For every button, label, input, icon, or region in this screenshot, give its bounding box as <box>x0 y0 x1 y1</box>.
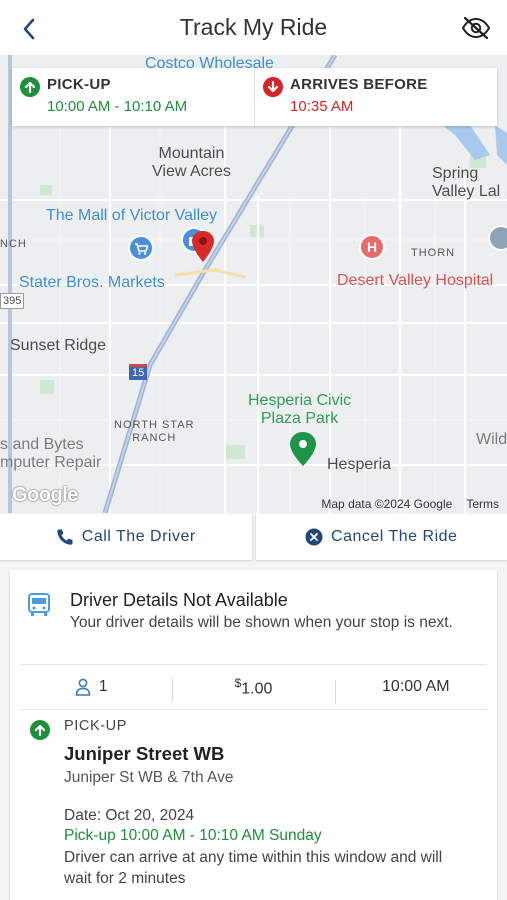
map-label-north-star: NORTH STAR RANCH <box>114 419 195 444</box>
map-attribution: Map data ©2024 Google Terms <box>321 494 507 513</box>
google-logo: Google <box>12 484 78 506</box>
map-label-thorn: THORN <box>411 247 456 259</box>
map-label-i15: 15 <box>129 364 148 380</box>
fare: $1.00 <box>172 676 334 703</box>
driver-status-title: Driver Details Not Available <box>70 590 288 610</box>
eye-off-icon <box>461 16 491 40</box>
map-label-spring-valley: Spring Valley Lal <box>432 165 501 200</box>
cancel-ride-label: Cancel The Ride <box>331 528 458 545</box>
arrow-up-icon <box>30 720 50 740</box>
arrives-label: ARRIVES BEFORE <box>290 76 428 93</box>
map-label-mall: The Mall of Victor Valley <box>46 207 218 224</box>
passenger-count: 1 <box>10 678 172 696</box>
app-header: Track My Ride <box>0 0 507 55</box>
pickup-label: PICK-UP <box>47 76 111 93</box>
call-driver-label: Call The Driver <box>81 528 196 545</box>
map-label-wild: Wild <box>476 431 507 448</box>
poi-edge-icon <box>488 225 507 251</box>
close-circle-icon <box>305 528 323 546</box>
map-label-bytes: s and Bytes mputer Repair <box>0 436 102 471</box>
phone-icon <box>57 529 73 545</box>
ride-time-value: 10:00 AM <box>382 678 450 695</box>
map-label-stater: Stater Bros. Markets <box>19 274 165 291</box>
arrival-window: ARRIVES BEFORE 10:35 AM <box>254 68 497 126</box>
arrow-up-icon <box>20 77 40 97</box>
destination-pin-icon[interactable] <box>191 230 215 264</box>
ride-stats: 1 $1.00 10:00 AM <box>10 665 497 709</box>
stop-name: Juniper Street WB <box>64 743 225 764</box>
ride-details-card: Driver Details Not Available Your driver… <box>10 570 497 900</box>
hospital-icon[interactable]: H <box>359 234 385 266</box>
pickup-window-text: Pick-up 10:00 AM - 10:10 AM Sunday <box>64 827 322 844</box>
map-label-hesperia-civic: Hesperia Civic Plaza Park <box>248 392 352 427</box>
passenger-count-value: 1 <box>98 678 108 695</box>
pickup-stop: PICK-UP Juniper Street WB Juniper St WB … <box>10 710 497 889</box>
pickup-note: Driver can arrive at any time within thi… <box>64 849 443 887</box>
pickup-window: PICK-UP 10:00 AM - 10:10 AM <box>12 68 254 126</box>
pickup-time: 10:00 AM - 10:10 AM <box>47 98 188 115</box>
ride-time: 10:00 AM <box>334 678 497 704</box>
person-icon <box>75 678 91 696</box>
park-pin-icon[interactable] <box>289 431 317 467</box>
fare-value: 1.00 <box>241 680 273 698</box>
map-label-hwy-395: 395 <box>0 293 25 309</box>
ride-actions: Call The Driver Cancel The Ride <box>0 514 507 560</box>
shopping-cart-icon[interactable] <box>128 235 154 267</box>
map-label-desert-valley: Desert Valley Hospital <box>337 272 494 289</box>
map-data-credit: Map data ©2024 Google <box>321 496 453 511</box>
svg-text:H: H <box>367 239 377 255</box>
call-driver-button[interactable]: Call The Driver <box>0 514 252 560</box>
driver-info: Driver Details Not Available Your driver… <box>10 570 497 664</box>
stop-address: Juniper St WB & 7th Ave <box>64 769 234 786</box>
pickup-section-label: PICK-UP <box>64 718 128 734</box>
page-title: Track My Ride <box>179 14 328 40</box>
map-label-hesperia: Hesperia <box>327 456 392 473</box>
map-label-nch: NCH <box>0 238 27 250</box>
driver-status-subtitle: Your driver details will be shown when y… <box>70 614 453 631</box>
map-label-mountain-view: Mountain View Acres <box>152 145 231 180</box>
hide-map-button[interactable] <box>459 13 493 43</box>
ride-time-card: PICK-UP 10:00 AM - 10:10 AM ARRIVES BEFO… <box>12 68 497 126</box>
cancel-ride-button[interactable]: Cancel The Ride <box>255 514 507 560</box>
stop-date: Date: Oct 20, 2024 <box>64 807 195 824</box>
arrives-time: 10:35 AM <box>290 98 354 115</box>
arrow-down-icon <box>263 77 283 97</box>
terms-link[interactable]: Terms <box>466 497 499 511</box>
map-label-sunset-ridge: Sunset Ridge <box>10 337 107 354</box>
bus-icon <box>28 593 50 616</box>
